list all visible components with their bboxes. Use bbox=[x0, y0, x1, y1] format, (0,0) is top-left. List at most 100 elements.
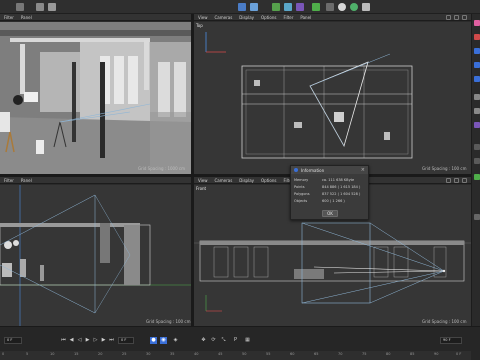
render-settings-icon[interactable] bbox=[48, 3, 56, 11]
maximize-view-icon[interactable] bbox=[462, 15, 467, 20]
play-icon[interactable]: ▶ bbox=[84, 337, 91, 344]
zoom-view-icon[interactable] bbox=[454, 178, 459, 183]
perspective-panel-menu[interactable]: Panel bbox=[21, 15, 32, 20]
information-dialog-titlebar[interactable]: Information × bbox=[291, 166, 368, 174]
top-header: View Cameras Display Options Filter Pane… bbox=[194, 14, 471, 21]
top-options-menu[interactable]: Options bbox=[261, 15, 276, 20]
start-frame-field[interactable]: 0 F bbox=[4, 337, 22, 344]
current-frame-field[interactable]: 0 F bbox=[118, 337, 134, 344]
info-label: Objects bbox=[294, 199, 308, 203]
grid-key-icon[interactable]: ▦ bbox=[244, 337, 251, 344]
close-icon[interactable]: × bbox=[361, 167, 365, 173]
ruler-tick: 45 bbox=[218, 352, 223, 356]
top-grid-spacing: Grid Spacing : 100 cm bbox=[422, 166, 467, 171]
render-view-icon[interactable] bbox=[36, 3, 44, 11]
ruler-tick: 25 bbox=[122, 352, 127, 356]
move-icon[interactable] bbox=[474, 48, 480, 54]
record-icon[interactable]: ● bbox=[150, 337, 157, 344]
ruler-tick: 55 bbox=[266, 352, 271, 356]
timeline-ruler[interactable]: 0 5 10 15 20 25 30 35 40 45 50 55 60 65 … bbox=[0, 351, 471, 360]
light-icon[interactable] bbox=[338, 3, 346, 11]
camera-icon[interactable] bbox=[326, 3, 334, 11]
end-frame-field[interactable]: 90 F bbox=[440, 337, 462, 344]
subdivision-icon[interactable] bbox=[272, 3, 280, 11]
top-cameras-menu[interactable]: Cameras bbox=[215, 15, 233, 20]
top-nav-tools bbox=[446, 15, 467, 20]
snap-icon[interactable] bbox=[474, 144, 480, 150]
points-mode-icon[interactable] bbox=[474, 94, 480, 100]
axis-icon[interactable] bbox=[474, 174, 480, 180]
right-viewport[interactable]: Grid Spacing : 100 cm bbox=[0, 185, 191, 326]
ruler-tick: 80 bbox=[386, 352, 391, 356]
top-display-menu[interactable]: Display bbox=[239, 15, 254, 20]
undo-icon[interactable] bbox=[16, 3, 24, 11]
keyframe-selection-icon[interactable]: ◈ bbox=[172, 337, 179, 344]
cloner-icon[interactable] bbox=[284, 3, 292, 11]
next-key-icon[interactable]: ▶ bbox=[100, 337, 107, 344]
go-to-start-icon[interactable]: ⏮ bbox=[60, 337, 67, 344]
right-filter-menu[interactable]: Filter bbox=[4, 178, 14, 183]
lock-icon[interactable] bbox=[474, 214, 480, 220]
perspective-viewport[interactable]: Grid Spacing : 1000 cm bbox=[0, 22, 191, 174]
timeline-end-frame: 0 F bbox=[456, 352, 462, 356]
go-to-end-icon[interactable]: ⏭ bbox=[108, 337, 115, 344]
navigation-icon[interactable] bbox=[474, 20, 480, 26]
ruler-tick: 60 bbox=[290, 352, 295, 356]
rotation-key-icon[interactable]: ⟳ bbox=[210, 337, 217, 344]
perspective-render bbox=[0, 22, 191, 174]
ruler-tick: 70 bbox=[338, 352, 343, 356]
move-view-icon[interactable] bbox=[446, 15, 451, 20]
spline-pen-icon[interactable] bbox=[250, 3, 258, 11]
ruler-tick: 15 bbox=[74, 352, 79, 356]
front-display-menu[interactable]: Display bbox=[239, 178, 254, 183]
autokey-icon[interactable]: ◉ bbox=[160, 337, 167, 344]
top-panel-menu[interactable]: Panel bbox=[300, 15, 311, 20]
ruler-tick: 20 bbox=[98, 352, 103, 356]
info-label: Memory bbox=[294, 178, 309, 182]
top-view-menu[interactable]: View bbox=[198, 15, 208, 20]
workplane-icon[interactable] bbox=[474, 158, 480, 164]
position-key-icon[interactable]: ✥ bbox=[200, 337, 207, 344]
ruler-tick: 90 bbox=[434, 352, 439, 356]
ruler-tick: 0 bbox=[2, 352, 5, 356]
front-nav-tools bbox=[446, 178, 467, 183]
top-filter-menu[interactable]: Filter bbox=[283, 15, 293, 20]
polygons-mode-icon[interactable] bbox=[474, 122, 480, 128]
info-row-points: Points 844 886 ( 1 615 184 ) bbox=[294, 185, 360, 189]
scale-key-icon[interactable]: ⤡ bbox=[220, 337, 227, 344]
select-icon[interactable] bbox=[474, 34, 480, 40]
perspective-filter-menu[interactable]: Filter bbox=[4, 15, 14, 20]
material-icon[interactable] bbox=[350, 3, 358, 11]
top-view-canvas bbox=[205, 32, 413, 159]
top-viewport[interactable]: Top Grid Spacing : 100 cm bbox=[194, 22, 471, 174]
move-view-icon[interactable] bbox=[446, 178, 451, 183]
ruler-tick: 85 bbox=[410, 352, 415, 356]
edges-mode-icon[interactable] bbox=[474, 108, 480, 114]
perspective-grid-spacing: Grid Spacing : 1000 cm bbox=[138, 166, 186, 171]
right-header: Filter Panel bbox=[0, 177, 191, 184]
ok-button[interactable]: OK bbox=[322, 210, 338, 217]
right-panel-menu[interactable]: Panel bbox=[21, 178, 32, 183]
prev-frame-icon[interactable]: ◁ bbox=[76, 337, 83, 344]
front-options-menu[interactable]: Options bbox=[261, 178, 276, 183]
info-value: ca. 111 638 KByte bbox=[322, 178, 355, 182]
maximize-view-icon[interactable] bbox=[462, 178, 467, 183]
scale-icon[interactable] bbox=[474, 62, 480, 68]
deformer-icon[interactable] bbox=[296, 3, 304, 11]
environment-icon[interactable] bbox=[312, 3, 320, 11]
rotate-icon[interactable] bbox=[474, 76, 480, 82]
info-value: 844 886 ( 1 615 184 ) bbox=[322, 185, 361, 189]
zoom-view-icon[interactable] bbox=[454, 15, 459, 20]
param-key-icon[interactable]: P bbox=[232, 337, 239, 344]
front-cameras-menu[interactable]: Cameras bbox=[215, 178, 233, 183]
prev-key-icon[interactable]: ◀ bbox=[68, 337, 75, 344]
main-toolbar bbox=[0, 0, 480, 14]
cube-icon[interactable] bbox=[238, 3, 246, 11]
front-view-menu[interactable]: View bbox=[198, 178, 208, 183]
tag-icon[interactable] bbox=[362, 3, 370, 11]
info-value: 600 ( 1 266 ) bbox=[322, 199, 345, 203]
right-grid-spacing: Grid Spacing : 100 cm bbox=[146, 319, 191, 324]
ruler-tick: 30 bbox=[146, 352, 151, 356]
next-frame-icon[interactable]: ▷ bbox=[92, 337, 99, 344]
info-label: Points bbox=[294, 185, 305, 189]
